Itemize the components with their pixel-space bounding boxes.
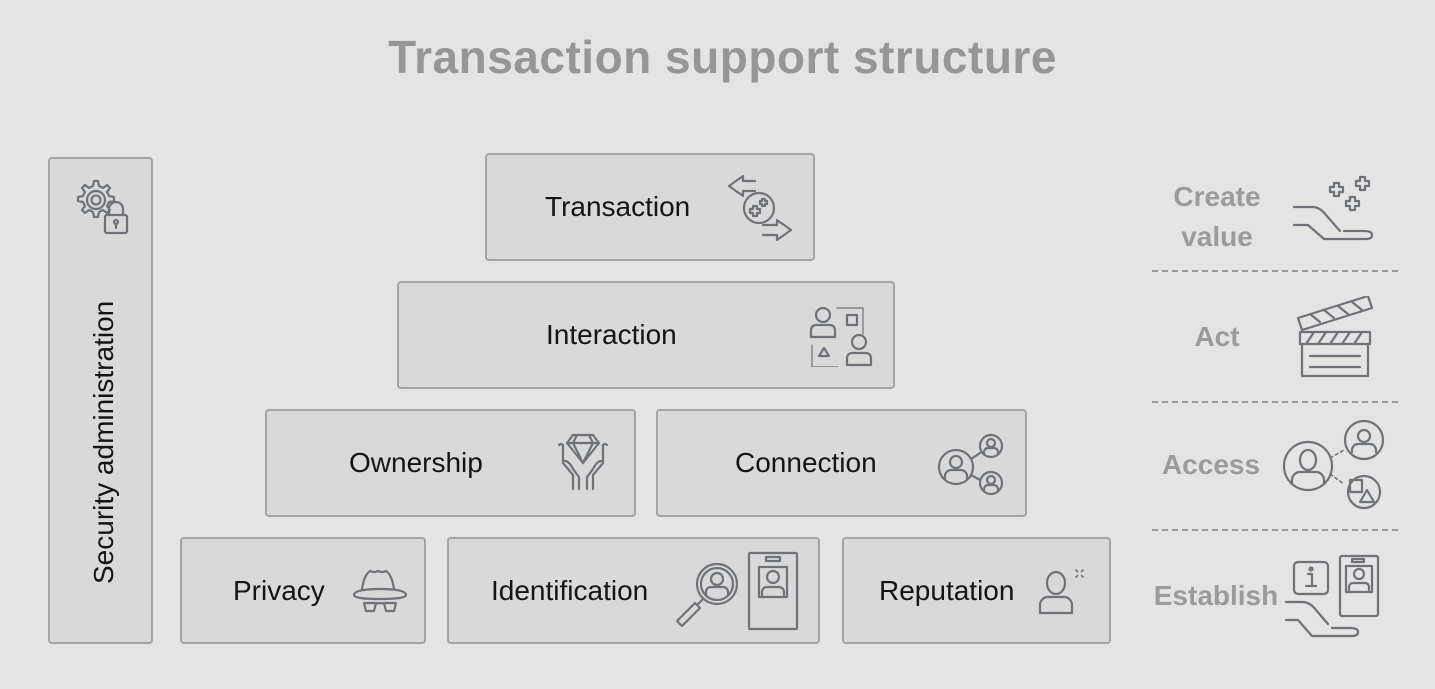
stage-establish-label: Establish — [1153, 580, 1279, 611]
stage-divider — [1152, 270, 1398, 272]
interaction-label: Interaction — [546, 319, 677, 350]
identification-label: Identification — [491, 574, 649, 606]
exchange-value-icon — [727, 175, 793, 241]
reputation-label: Reputation — [879, 574, 1015, 606]
stage-create-label-line2: value — [1181, 221, 1253, 252]
stage-access-label: Access — [1161, 449, 1261, 480]
transaction-box: Transaction — [485, 153, 815, 261]
stage-divider — [1152, 529, 1398, 531]
ownership-box: Ownership — [265, 409, 636, 517]
stage-act-label: Act — [1194, 321, 1240, 352]
connection-label: Connection — [735, 447, 877, 478]
transaction-label: Transaction — [545, 191, 691, 222]
privacy-box: Privacy — [180, 537, 426, 644]
user-access-network-icon — [1282, 419, 1385, 510]
ownership-label: Ownership — [349, 447, 483, 478]
privacy-label: Privacy — [233, 574, 325, 606]
stage-create-value-label: Create value — [1150, 177, 1284, 257]
stage-create-label-line1: Create — [1173, 181, 1261, 212]
security-administration-box: Security administration — [48, 157, 153, 644]
reputation-box: Reputation — [842, 537, 1111, 644]
magnifier-user-badge-icon — [675, 551, 799, 631]
hands-diamond-icon — [557, 433, 609, 491]
identification-box: Identification — [447, 537, 820, 644]
connection-box: Connection — [656, 409, 1027, 517]
hand-plus-icon — [1292, 175, 1374, 241]
user-sparkle-icon — [1038, 569, 1084, 615]
security-administration-label: Security administration — [88, 300, 119, 584]
stage-divider — [1152, 401, 1398, 403]
gear-lock-icon — [76, 179, 129, 235]
clapperboard-icon — [1296, 296, 1374, 378]
diagram-title: Transaction support structure — [388, 31, 1057, 83]
incognito-icon — [352, 569, 408, 613]
people-shapes-icon — [809, 306, 873, 367]
hand-info-badge-icon — [1284, 554, 1380, 638]
user-network-icon — [937, 433, 1004, 495]
interaction-box: Interaction — [397, 281, 895, 389]
